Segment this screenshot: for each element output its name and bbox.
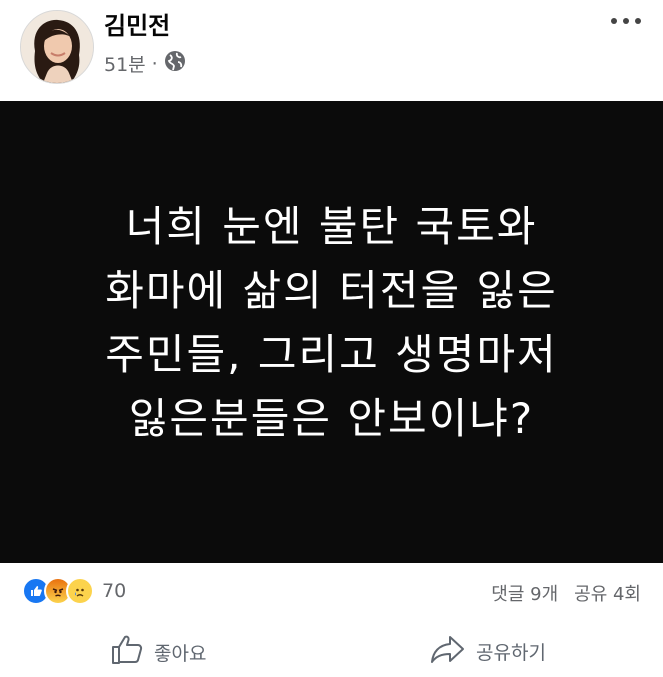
comment-count[interactable]: 댓글 9개 bbox=[491, 580, 558, 606]
post-actions: 좋아요 공유하기 bbox=[0, 630, 663, 677]
reactions-summary[interactable]: 70 bbox=[22, 577, 126, 605]
reaction-count: 70 bbox=[102, 580, 127, 602]
sad-reaction-icon bbox=[66, 577, 94, 605]
meta-separator: · bbox=[151, 52, 158, 75]
post-stats: 70 댓글 9개 공유 4회 bbox=[0, 563, 663, 621]
share-arrow-icon bbox=[430, 634, 466, 669]
share-label: 공유하기 bbox=[476, 642, 546, 664]
post-image[interactable]: 너희 눈엔 불탄 국토와 화마에 삶의 터전을 잃은 주민들, 그리고 생명마저… bbox=[0, 101, 663, 563]
share-button[interactable]: 공유하기 bbox=[430, 634, 546, 669]
post-time[interactable]: 51분 bbox=[104, 50, 146, 77]
share-count[interactable]: 공유 4회 bbox=[574, 580, 641, 606]
post-text: 너희 눈엔 불탄 국토와 화마에 삶의 터전을 잃은 주민들, 그리고 생명마저… bbox=[105, 202, 558, 443]
post-meta: 51분 · bbox=[104, 50, 186, 77]
avatar[interactable] bbox=[20, 10, 94, 84]
like-button[interactable]: 좋아요 bbox=[110, 634, 206, 671]
thumbs-up-icon bbox=[110, 634, 144, 671]
engagement-counts: 댓글 9개 공유 4회 bbox=[491, 580, 641, 606]
post-header: 김민전 51분 · bbox=[0, 0, 663, 101]
more-options-icon[interactable] bbox=[611, 18, 641, 24]
globe-icon bbox=[164, 50, 186, 77]
author-name[interactable]: 김민전 bbox=[104, 6, 170, 41]
like-label: 좋아요 bbox=[154, 643, 207, 665]
